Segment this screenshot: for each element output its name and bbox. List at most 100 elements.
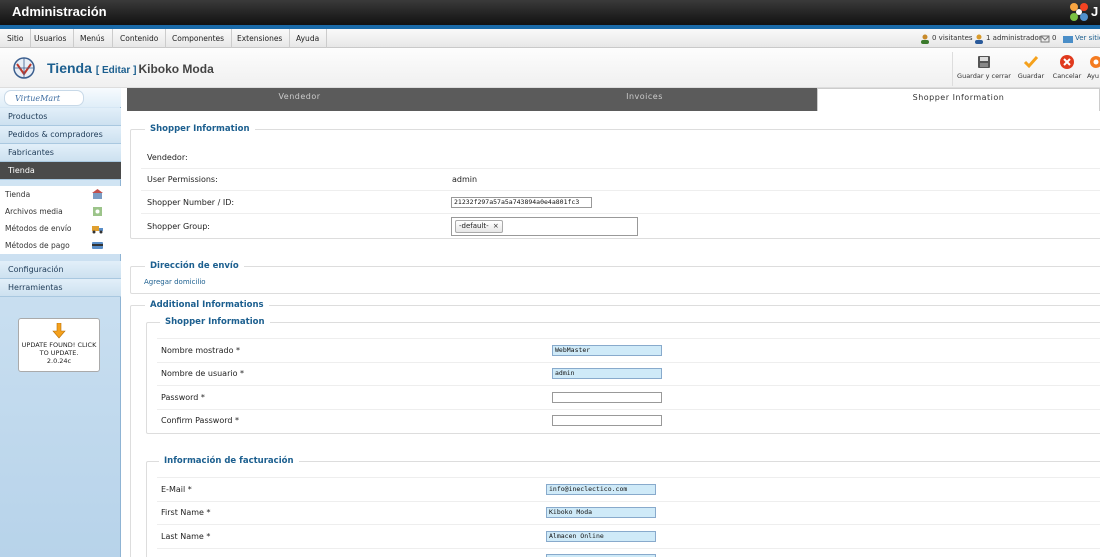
menu-ayuda[interactable]: Ayuda xyxy=(289,29,328,48)
tab-shopper-information[interactable]: Shopper Information xyxy=(817,88,1100,111)
last-name-label: Last Name * xyxy=(161,532,211,541)
sidebar-subitem-pago[interactable]: Métodos de pago xyxy=(0,237,121,254)
chip-label: -default- xyxy=(459,222,489,230)
sidebar-item-configuracion[interactable]: Configuración xyxy=(0,261,121,279)
sidebar-subitem-label: Archivos media xyxy=(5,207,63,216)
page-title-text: Tienda xyxy=(47,60,92,76)
messages-icon xyxy=(1040,35,1050,43)
menu-contenido[interactable]: Contenido xyxy=(113,29,167,48)
top-menu-bar: Sitio Usuarios Menús Contenido Component… xyxy=(0,29,1100,48)
menu-usuarios[interactable]: Usuarios xyxy=(27,29,75,48)
last-name-input[interactable]: Almacen Online xyxy=(546,531,656,542)
edit-label: [ Editar ] xyxy=(95,65,137,76)
cancel-label: Cancelar xyxy=(1052,72,1082,80)
virtuemart-globe-icon xyxy=(13,57,35,79)
save-close-icon xyxy=(978,56,990,68)
add-address-link[interactable]: Agregar domicilio xyxy=(144,278,206,286)
virtuemart-logo: VirtueMart xyxy=(4,90,84,106)
help-label: Ayu xyxy=(1087,72,1099,80)
update-line2: TO UPDATE. xyxy=(39,349,79,357)
status-visitors[interactable]: 0 visitantes xyxy=(932,29,973,48)
account-legend: Shopper Information xyxy=(160,317,270,327)
vendor-label: Vendedor: xyxy=(147,153,188,162)
sidebar-item-tienda[interactable]: Tienda xyxy=(0,162,121,180)
sidebar-subitem-envio[interactable]: Métodos de envío xyxy=(0,220,121,237)
status-messages[interactable]: 0 xyxy=(1052,29,1056,48)
row-divider xyxy=(157,362,1100,363)
shopper-number-input[interactable]: 21232f297a57a5a743894a0e4a801fc3 xyxy=(451,197,592,208)
sidebar-subitem-label: Métodos de envío xyxy=(5,224,72,233)
sidebar-item-herramientas[interactable]: Herramientas xyxy=(0,279,121,297)
tab-vendedor[interactable]: Vendedor xyxy=(127,88,472,111)
store-icon xyxy=(92,189,103,199)
help-button[interactable]: Ayu xyxy=(1086,52,1100,86)
display-name-input[interactable]: WebMaster xyxy=(552,345,662,356)
admin-title: Administración xyxy=(12,4,107,19)
visitors-icon xyxy=(921,34,929,44)
username-input[interactable]: admin xyxy=(552,368,662,379)
sidebar-item-productos[interactable]: Productos xyxy=(0,108,121,126)
row-divider xyxy=(157,385,1100,386)
admin-title-bar: Administración J xyxy=(0,0,1100,25)
tab-invoices[interactable]: Invoices xyxy=(472,88,817,111)
checkmark-icon xyxy=(1023,56,1039,69)
confirm-password-input[interactable] xyxy=(552,415,662,426)
sidebar-subitem-tienda[interactable]: Tienda xyxy=(0,186,121,203)
permissions-value: admin xyxy=(452,175,478,184)
page-title: Tienda[ Editar ] Kiboko Moda xyxy=(47,60,214,76)
email-label: E-Mail * xyxy=(161,485,192,494)
row-divider xyxy=(157,477,1100,478)
row-divider xyxy=(157,409,1100,410)
menu-componentes[interactable]: Componentes xyxy=(165,29,233,48)
first-name-input[interactable]: Kiboko Moda xyxy=(546,507,656,518)
menu-extensiones[interactable]: Extensiones xyxy=(230,29,291,48)
payment-icon xyxy=(92,242,103,249)
row-divider xyxy=(157,524,1100,525)
shopper-info-legend: Shopper Information xyxy=(145,124,255,134)
password-input[interactable] xyxy=(552,392,662,403)
view-site-link[interactable]: Ver sitio xyxy=(1075,29,1100,48)
sidebar-item-fabricantes[interactable]: Fabricantes xyxy=(0,144,121,162)
chip-remove-icon[interactable]: × xyxy=(493,222,499,230)
help-icon xyxy=(1090,56,1100,68)
update-line1: UPDATE FOUND! CLICK xyxy=(21,341,97,349)
cancel-button[interactable]: Cancelar xyxy=(1050,52,1084,86)
save-button[interactable]: Guardar xyxy=(1014,52,1048,86)
menu-menus[interactable]: Menús xyxy=(73,29,113,48)
update-version: 2.0.24c xyxy=(46,357,72,365)
save-close-label: Guardar y cerrar xyxy=(957,72,1011,80)
update-notice-button[interactable]: UPDATE FOUND! CLICK TO UPDATE. 2.0.24c xyxy=(18,318,100,372)
cancel-icon xyxy=(1060,55,1074,69)
sidebar-subitem-label: Tienda xyxy=(5,190,31,199)
media-icon xyxy=(93,207,102,216)
sidebar-subitem-media[interactable]: Archivos media xyxy=(0,203,121,220)
username-label: Nombre de usuario * xyxy=(161,369,245,378)
shipping-fieldset xyxy=(130,266,1100,294)
sidebar-item-pedidos[interactable]: Pedidos & compradores xyxy=(0,126,121,144)
display-name-label: Nombre mostrado * xyxy=(161,346,241,355)
row-divider xyxy=(157,338,1100,339)
status-admins[interactable]: 1 administrador xyxy=(986,29,1042,48)
corner-text: J xyxy=(1091,4,1099,19)
row-divider xyxy=(157,548,1100,549)
tab-bar: Vendedor Invoices Shopper Information xyxy=(127,88,1100,111)
store-name: Kiboko Moda xyxy=(138,62,214,76)
shopper-group-label: Shopper Group: xyxy=(147,222,211,231)
billing-legend: Información de facturación xyxy=(159,456,299,466)
shipping-legend: Dirección de envío xyxy=(145,261,244,271)
first-name-label: First Name * xyxy=(161,508,211,517)
confirm-password-label: Confirm Password * xyxy=(161,416,239,425)
email-input[interactable]: info@ineclectico.com xyxy=(546,484,656,495)
save-close-button[interactable]: Guardar y cerrar xyxy=(955,52,1013,86)
save-label: Guardar xyxy=(1017,72,1045,80)
password-label: Password * xyxy=(161,393,205,402)
shopper-number-label: Shopper Number / ID: xyxy=(147,198,235,207)
view-site-icon xyxy=(1063,36,1073,43)
sidebar-subitem-label: Métodos de pago xyxy=(5,241,70,250)
truck-icon xyxy=(92,226,103,234)
row-divider xyxy=(157,501,1100,502)
row-divider xyxy=(141,213,1100,214)
additional-legend: Additional Informations xyxy=(145,300,269,310)
permissions-label: User Permissions: xyxy=(147,175,218,184)
shopper-group-chip: -default- × xyxy=(455,220,503,233)
